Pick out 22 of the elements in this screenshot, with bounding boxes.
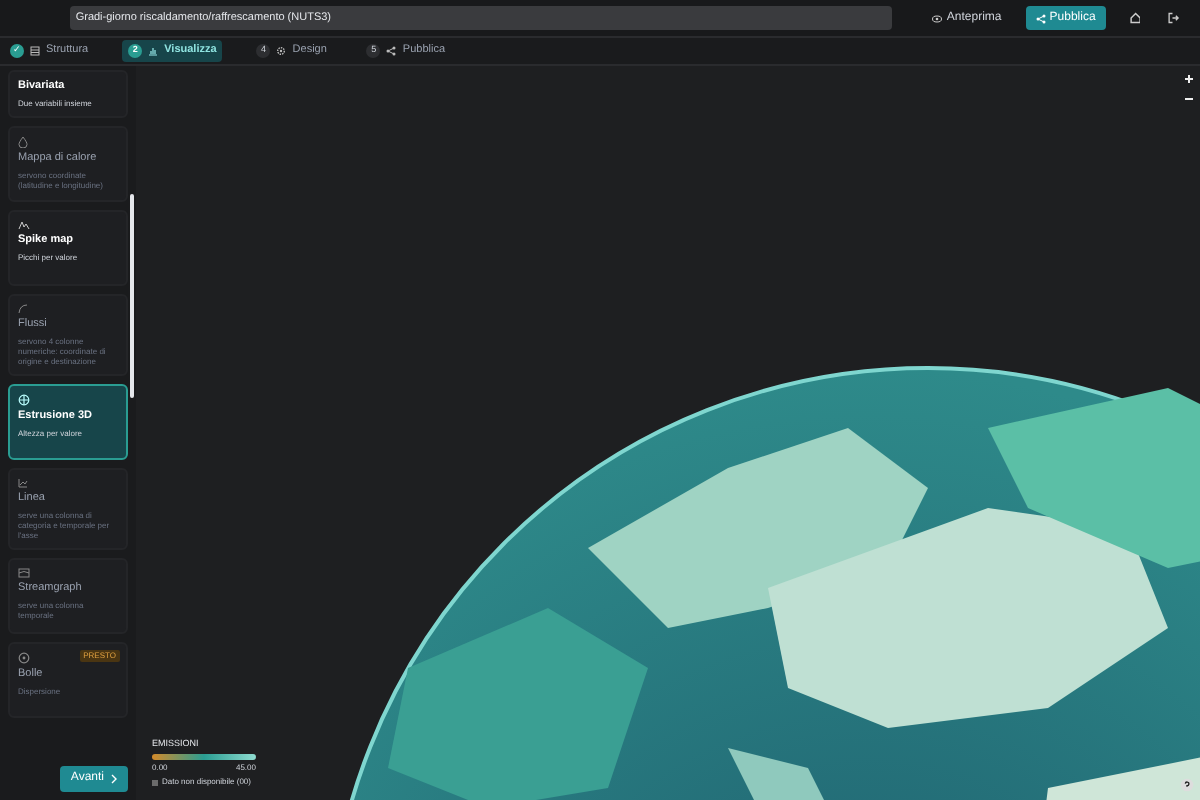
logout-icon[interactable] [1168, 12, 1181, 24]
stream-icon [18, 568, 30, 578]
globe-icon [18, 394, 30, 406]
zoom-out-icon[interactable] [1184, 94, 1194, 104]
eye-icon [932, 13, 943, 23]
line-chart-icon [18, 478, 28, 488]
zoom-in-icon[interactable] [1184, 74, 1194, 84]
curve-icon [18, 304, 28, 314]
share-icon [1035, 13, 1046, 23]
bubble-icon [18, 652, 30, 664]
chart-icon [148, 46, 159, 56]
gear-icon [276, 46, 287, 56]
scrollbar-thumb[interactable] [130, 194, 134, 398]
table-icon [30, 46, 40, 56]
home-icon[interactable] [1129, 12, 1141, 24]
legend-gradient-bar [152, 754, 256, 760]
share-icon [386, 46, 397, 56]
no-data-swatch [152, 779, 158, 785]
chevron-icon [110, 773, 118, 783]
drop-icon [18, 136, 28, 148]
help-icon[interactable] [1180, 778, 1194, 792]
spike-icon [18, 220, 30, 230]
